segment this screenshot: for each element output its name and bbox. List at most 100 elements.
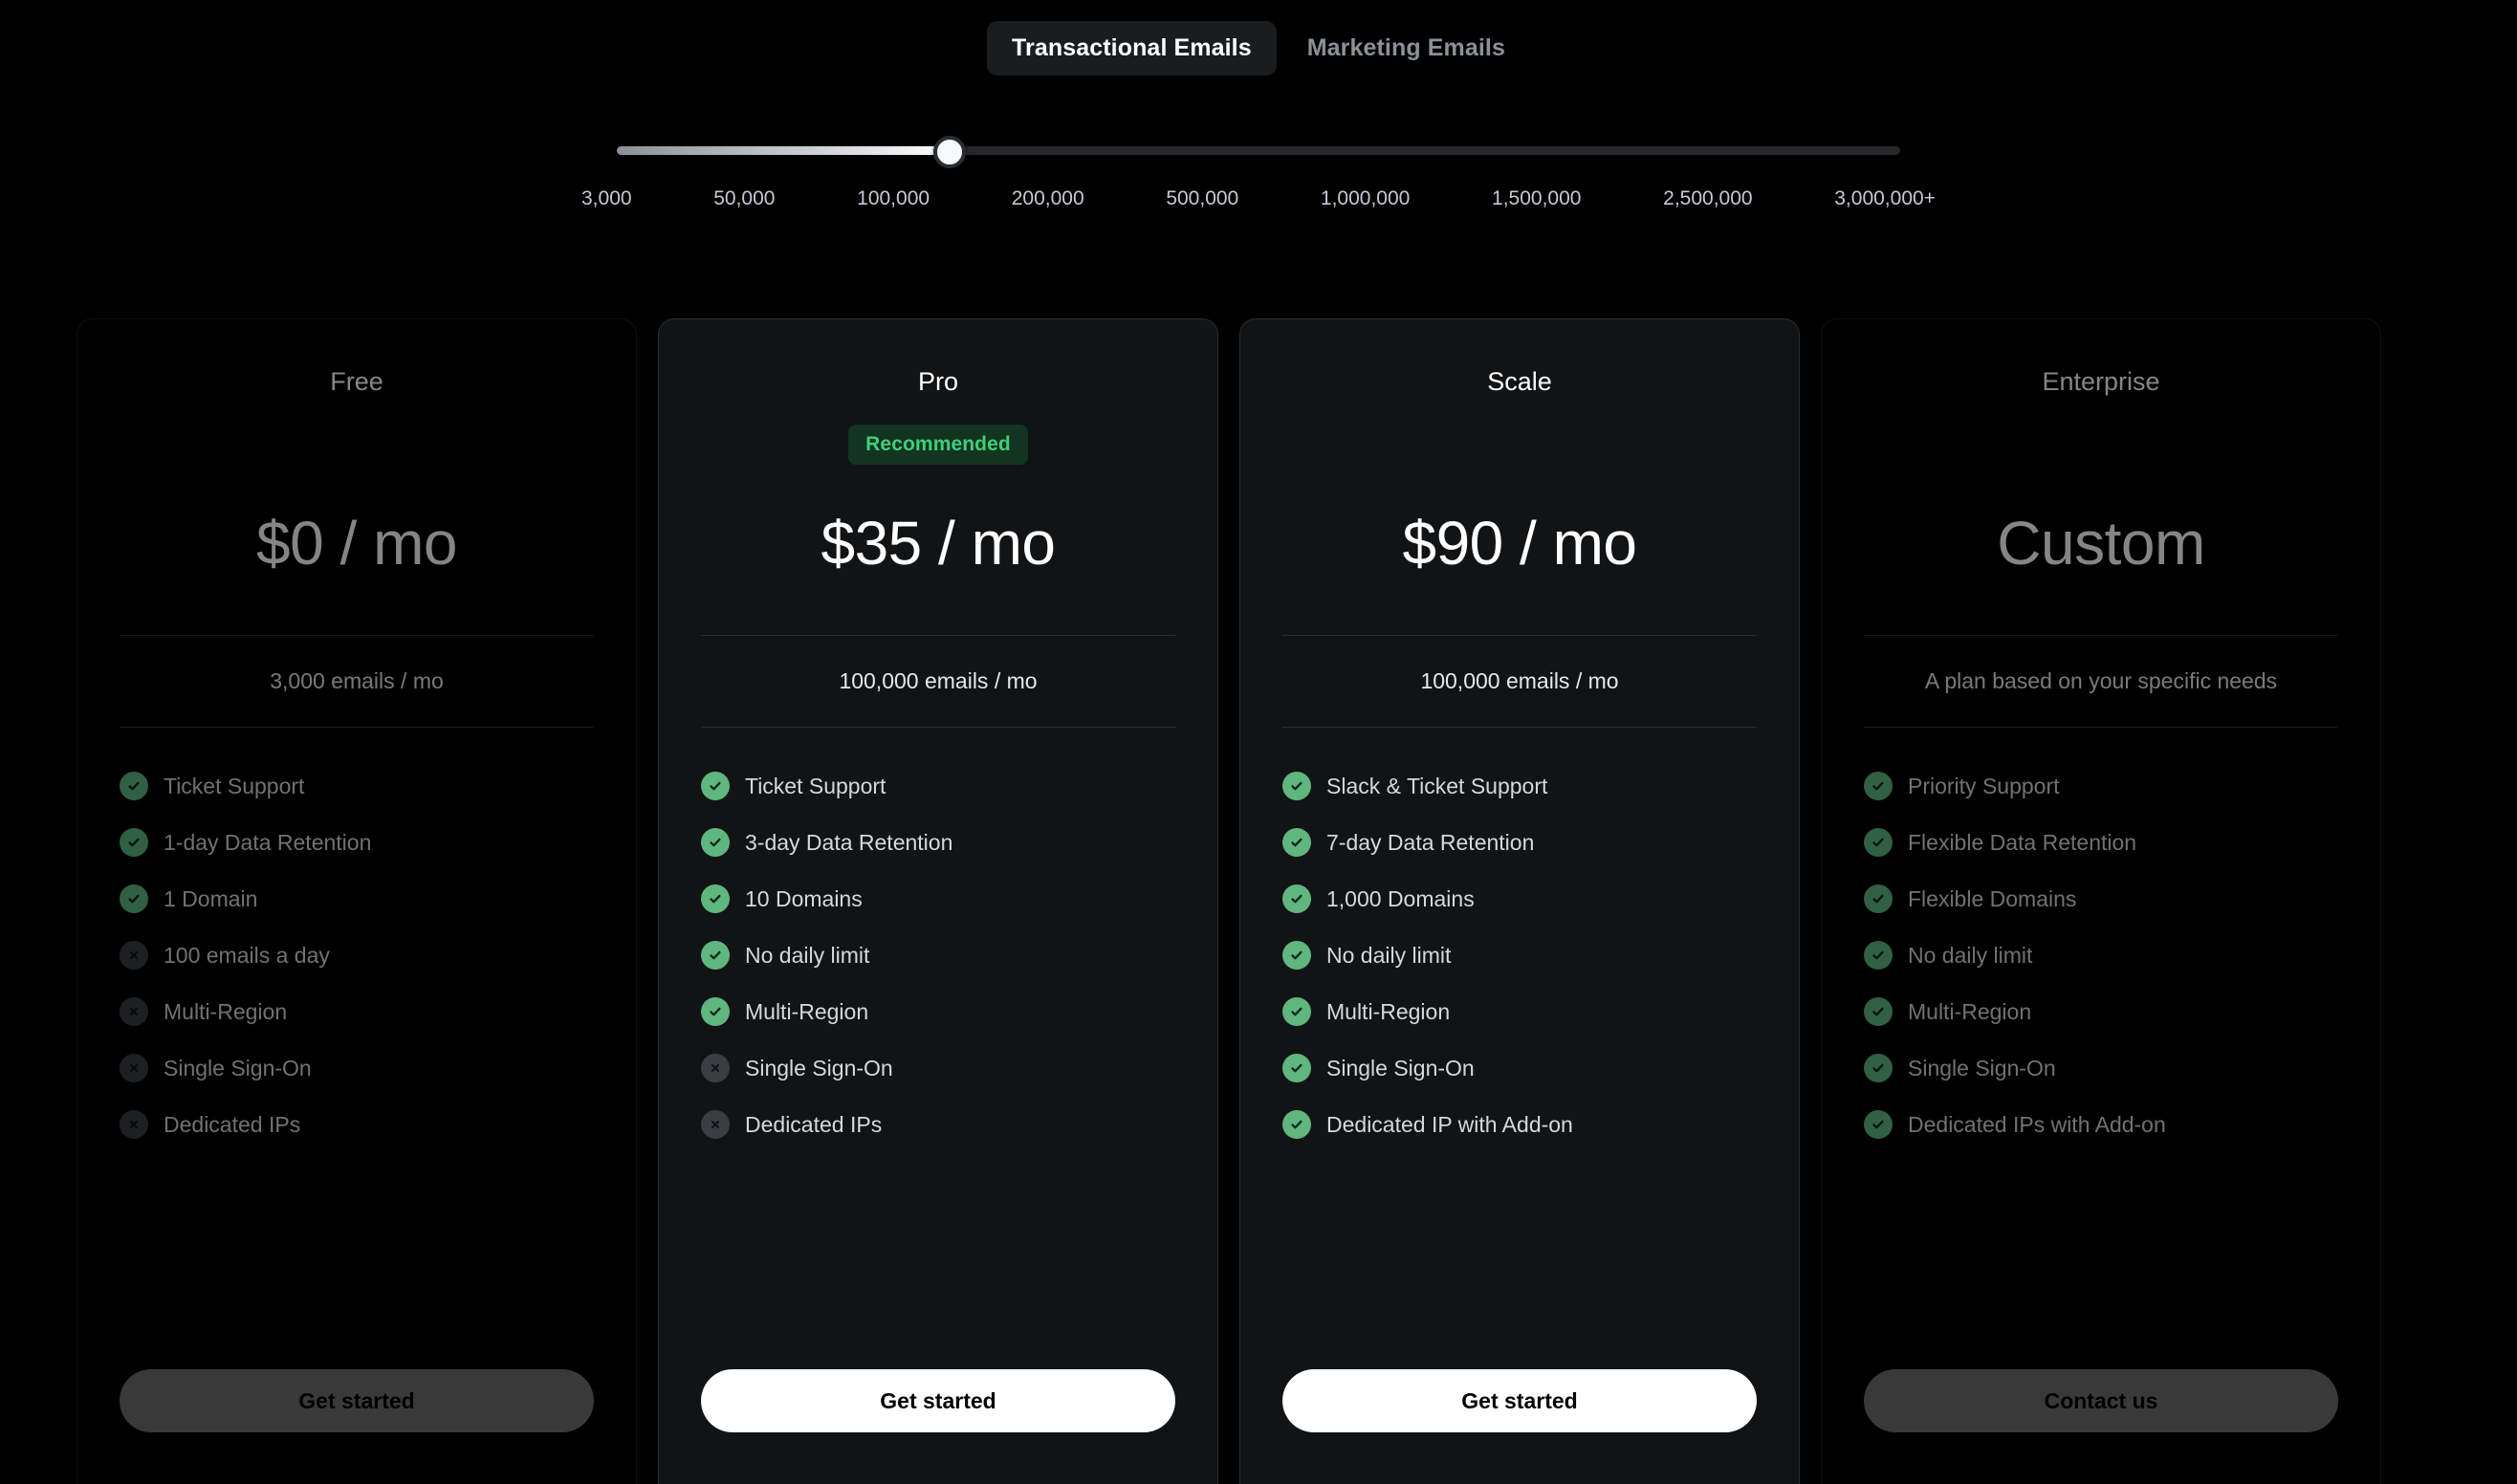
cross-circle-icon [120, 941, 148, 970]
feature-item: 100 emails a day [120, 941, 594, 970]
feature-label: No daily limit [1908, 943, 2032, 969]
check-circle-icon [120, 828, 148, 857]
check-circle-icon [1282, 941, 1311, 970]
check-circle-icon [1864, 997, 1893, 1026]
cta-wrapper: Get started [701, 1369, 1175, 1432]
email-type-tabs: Transactional EmailsMarketing Emails [0, 21, 2517, 76]
feature-item: 10 Domains [701, 884, 1175, 913]
feature-label: 10 Domains [745, 886, 863, 912]
check-circle-icon [701, 772, 730, 800]
check-circle-icon [701, 997, 730, 1026]
check-circle-icon [1864, 828, 1893, 857]
feature-item: 1 Domain [120, 884, 594, 913]
check-circle-icon [1282, 828, 1311, 857]
slider-track-fill [617, 146, 951, 155]
feature-list: Priority Support Flexible Data Retention F… [1864, 772, 2338, 1139]
pricing-card-pro: ProRecommended $35 / mo 100,000 emails / m… [658, 318, 1218, 1484]
cross-circle-icon [701, 1054, 730, 1082]
feature-list: Ticket Support 3-day Data Retention 10 Dom… [701, 772, 1175, 1139]
feature-label: No daily limit [745, 943, 869, 969]
slider-tick-label[interactable]: 3,000,000+ [1834, 187, 1936, 210]
plan-name: Pro [918, 369, 958, 398]
feature-label: Dedicated IPs [745, 1112, 882, 1138]
plan-quota-box: 3,000 emails / mo [120, 635, 594, 728]
slider-tick-labels: 3,000 50,000 100,000 200,000 500,000 1,000,00… [570, 187, 1947, 210]
check-circle-icon [120, 884, 148, 913]
volume-slider[interactable]: 3,000 50,000 100,000 200,000 500,000 1,000,00… [0, 134, 2517, 210]
check-circle-icon [1864, 1054, 1893, 1082]
plan-price: $35 / mo [821, 513, 1055, 574]
plan-price: $90 / mo [1402, 513, 1636, 574]
check-circle-icon [1864, 941, 1893, 970]
slider-tick-label[interactable]: 100,000 [857, 187, 930, 210]
feature-item: Single Sign-On [1282, 1054, 1757, 1082]
get-started-button[interactable]: Get started [701, 1369, 1175, 1432]
feature-item: 1-day Data Retention [120, 828, 594, 857]
feature-item: Dedicated IPs [120, 1110, 594, 1139]
feature-label: Multi-Region [1326, 999, 1450, 1025]
feature-label: 1,000 Domains [1326, 886, 1475, 912]
feature-item: 1,000 Domains [1282, 884, 1757, 913]
feature-label: Multi-Region [164, 999, 287, 1025]
check-circle-icon [1864, 884, 1893, 913]
feature-item: No daily limit [1864, 941, 2338, 970]
feature-item: Multi-Region [701, 997, 1175, 1026]
feature-item: Priority Support [1864, 772, 2338, 800]
feature-item: Flexible Domains [1864, 884, 2338, 913]
slider-tick-label[interactable]: 50,000 [713, 187, 775, 210]
feature-item: Multi-Region [1282, 997, 1757, 1026]
cross-circle-icon [120, 1110, 148, 1139]
check-circle-icon [701, 884, 730, 913]
feature-list: Ticket Support1-day Data Retention1 Doma… [120, 772, 594, 1139]
check-circle-icon [1282, 1110, 1311, 1139]
slider-thumb[interactable] [933, 136, 966, 168]
slider-tick-label[interactable]: 1,500,000 [1492, 187, 1581, 210]
check-circle-icon [1282, 1054, 1311, 1082]
check-circle-icon [701, 941, 730, 970]
feature-label: Single Sign-On [164, 1056, 312, 1081]
tab-marketing[interactable]: Marketing Emails [1282, 21, 1530, 76]
feature-label: 3-day Data Retention [745, 830, 952, 856]
feature-label: Ticket Support [745, 774, 886, 799]
feature-label: Priority Support [1908, 774, 2060, 799]
feature-item: Ticket Support [701, 772, 1175, 800]
plan-quota: 100,000 emails / mo [1282, 668, 1757, 694]
feature-label: Multi-Region [1908, 999, 2031, 1025]
feature-label: No daily limit [1326, 943, 1451, 969]
get-started-button[interactable]: Get started [1282, 1369, 1757, 1432]
plan-name: Free [330, 369, 383, 398]
feature-label: Slack & Ticket Support [1326, 774, 1547, 799]
slider-tick-label[interactable]: 200,000 [1012, 187, 1084, 210]
cross-circle-icon [120, 997, 148, 1026]
feature-label: Single Sign-On [745, 1056, 893, 1081]
feature-label: Dedicated IPs [164, 1112, 300, 1138]
plan-quota-box: A plan based on your specific needs [1864, 635, 2338, 728]
get-started-button[interactable]: Get started [120, 1369, 594, 1432]
slider-track-row[interactable] [617, 134, 1900, 166]
plan-quota: 3,000 emails / mo [120, 668, 594, 694]
slider-tick-label[interactable]: 3,000 [581, 187, 632, 210]
feature-label: Flexible Data Retention [1908, 830, 2136, 856]
check-circle-icon [701, 828, 730, 857]
feature-item: Dedicated IPs [701, 1110, 1175, 1139]
cta-wrapper: Get started [120, 1369, 594, 1432]
feature-item: Slack & Ticket Support [1282, 772, 1757, 800]
pricing-card-free: Free $0 / mo 3,000 emails / mo Ticket Suppo… [77, 318, 637, 1484]
feature-label: Dedicated IPs with Add-on [1908, 1112, 2166, 1138]
cross-circle-icon [120, 1054, 148, 1082]
badge-slot: Recommended [848, 398, 1028, 470]
feature-item: Single Sign-On [1864, 1054, 2338, 1082]
slider-tick-label[interactable]: 500,000 [1166, 187, 1238, 210]
feature-label: Multi-Region [745, 999, 868, 1025]
slider-tick-label[interactable]: 1,000,000 [1321, 187, 1410, 210]
tab-transactional[interactable]: Transactional Emails [987, 21, 1277, 76]
contact-us-button[interactable]: Contact us [1864, 1369, 2338, 1432]
plan-quota-box: 100,000 emails / mo [1282, 635, 1757, 728]
slider-tick-label[interactable]: 2,500,000 [1663, 187, 1752, 210]
feature-item: Dedicated IP with Add-on [1282, 1110, 1757, 1139]
feature-label: Single Sign-On [1908, 1056, 2056, 1081]
plan-quota-box: 100,000 emails / mo [701, 635, 1175, 728]
check-circle-icon [120, 772, 148, 800]
plan-price: $0 / mo [256, 513, 457, 574]
feature-label: Dedicated IP with Add-on [1326, 1112, 1573, 1138]
